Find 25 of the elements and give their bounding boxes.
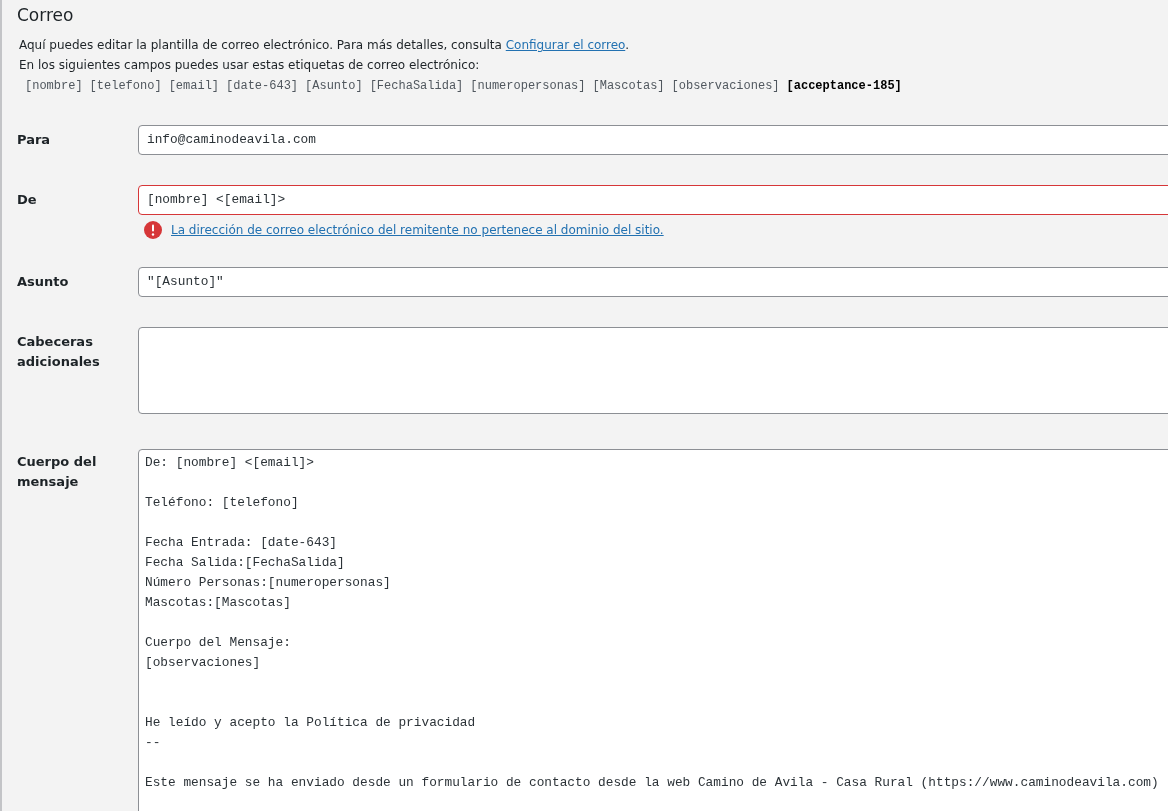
mail-tag: [date-643] (226, 77, 299, 96)
field-label: Asunto (17, 273, 70, 292)
text-field[interactable]: [nombre] <[email]> (138, 185, 1168, 216)
tags-intro-text: En los siguientes campos puedes usar estas etiquetas de correo electrónico: (19, 57, 481, 74)
text-field[interactable]: "[Asunto]" (138, 267, 1168, 298)
mail-tag: [acceptance-185] (786, 77, 902, 96)
mail-tag: [nombre] (25, 77, 83, 96)
mail-tag: [telefono] (89, 77, 162, 96)
section-title: Correo (17, 5, 75, 26)
mail-tag: [FechaSalida] (369, 77, 464, 96)
message-body-field[interactable]: De: [nombre] <[email]> Teléfono: [telefono] Fecha Entrada: [date-643] Fecha Salida:[FechaSalida] Número Personas:[numeropersonas] Mascotas:[Mascotas] Cuerpo del Mensaje: [observaciones] He leído y acepto la Política de privacidad -- Este mensaje se ha enviado desde un formulario de contacto desde la web Camino de Avila - Casa Rural (https://www.caminodeavila.com) (138, 449, 1168, 811)
error-link[interactable]: La dirección de correo electrónico del remitente no pertenece al dominio del sitio. (171, 221, 664, 240)
text-field[interactable]: info@caminodeavila.com (138, 125, 1168, 156)
mail-tag: [Asunto] (305, 77, 363, 96)
mail-tag: [email] (168, 77, 220, 96)
field-label: Para (17, 131, 52, 150)
error-icon (144, 221, 162, 240)
text-area[interactable] (138, 327, 1168, 415)
field-label: De (17, 191, 38, 210)
mail-tag: [Mascotas] (592, 77, 665, 96)
mail-tag: [observaciones] (671, 77, 780, 96)
intro-text: Aquí puedes editar la plantilla de correo electrónico. Para más detalles, consulta Configurar el correo. (19, 37, 631, 54)
mail-tag: [numeropersonas] (470, 77, 586, 96)
field-label: Cuerpo del mensaje (17, 453, 98, 492)
field-label: Cabeceras adicionales (17, 333, 101, 372)
